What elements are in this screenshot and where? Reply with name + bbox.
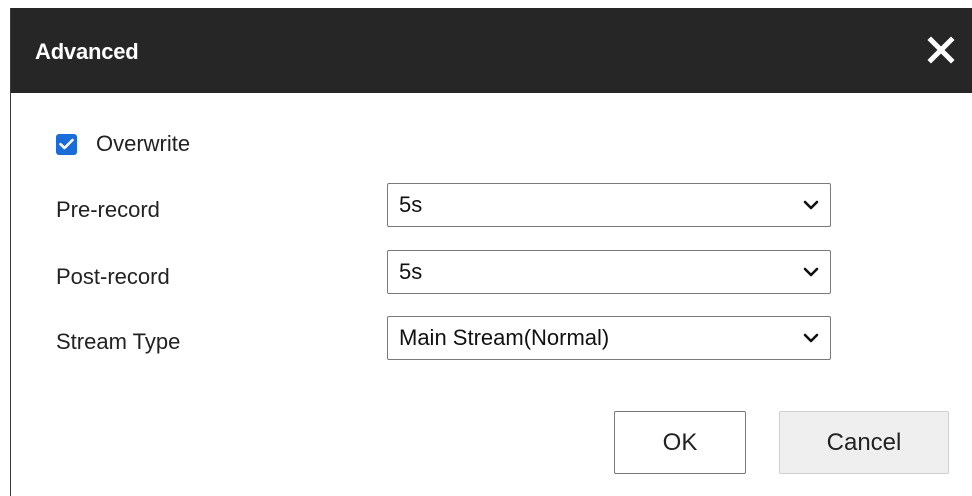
checkmark-icon	[59, 138, 74, 150]
chevron-down-icon	[803, 200, 819, 210]
post-record-label: Post-record	[56, 264, 170, 289]
page-background-left	[0, 0, 10, 496]
ok-button[interactable]: OK	[614, 411, 746, 474]
close-icon	[927, 36, 955, 64]
post-record-value: 5s	[399, 259, 423, 284]
cancel-button[interactable]: Cancel	[779, 411, 949, 474]
chevron-down-icon	[803, 267, 819, 277]
dialog-title: Advanced	[35, 39, 139, 64]
pre-record-select[interactable]: 5s	[387, 183, 831, 227]
chevron-down-icon	[803, 333, 819, 343]
overwrite-label: Overwrite	[96, 131, 191, 156]
advanced-dialog: Advanced Overwrite Pre-record 5s Post-re…	[10, 8, 972, 496]
stream-type-label: Stream Type	[56, 329, 181, 354]
stream-type-value: Main Stream(Normal)	[399, 325, 610, 350]
pre-record-value: 5s	[399, 192, 423, 217]
pre-record-label: Pre-record	[56, 197, 160, 222]
post-record-select[interactable]: 5s	[387, 250, 831, 294]
dialog-titlebar: Advanced	[11, 8, 972, 93]
page-background-top	[0, 0, 972, 8]
overwrite-checkbox[interactable]	[56, 133, 77, 155]
overwrite-row: Overwrite	[56, 130, 190, 158]
close-button[interactable]	[921, 30, 961, 70]
stream-type-select[interactable]: Main Stream(Normal)	[387, 316, 831, 360]
